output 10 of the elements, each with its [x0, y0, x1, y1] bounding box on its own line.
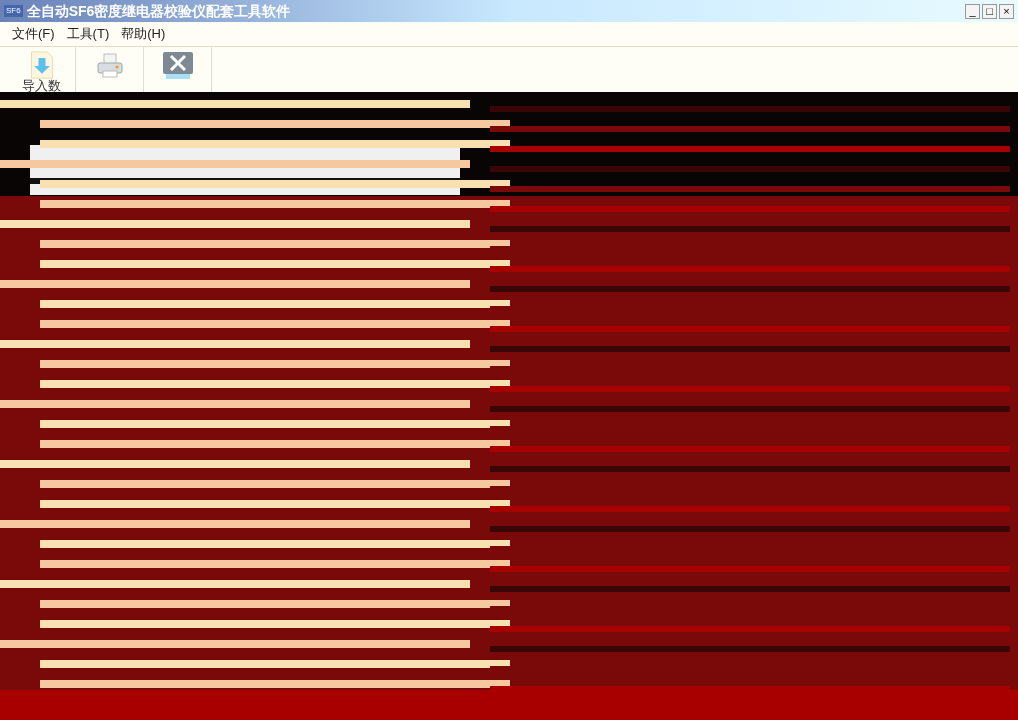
window-control-button[interactable]: □	[982, 3, 997, 19]
menu-item[interactable]: 文件(F)	[12, 24, 55, 44]
menu-item[interactable]: 帮助(H)	[121, 24, 166, 44]
app-logo: SF6	[4, 5, 23, 17]
printer-icon	[94, 51, 125, 81]
window-control-button[interactable]: ×	[999, 3, 1014, 19]
menu-item[interactable]: 工具(T)	[66, 24, 110, 44]
close-icon	[161, 51, 194, 81]
window-title: 全自动SF6密度继电器校验仪配套工具软件	[26, 4, 291, 18]
window-control-button[interactable]: _	[965, 3, 980, 19]
